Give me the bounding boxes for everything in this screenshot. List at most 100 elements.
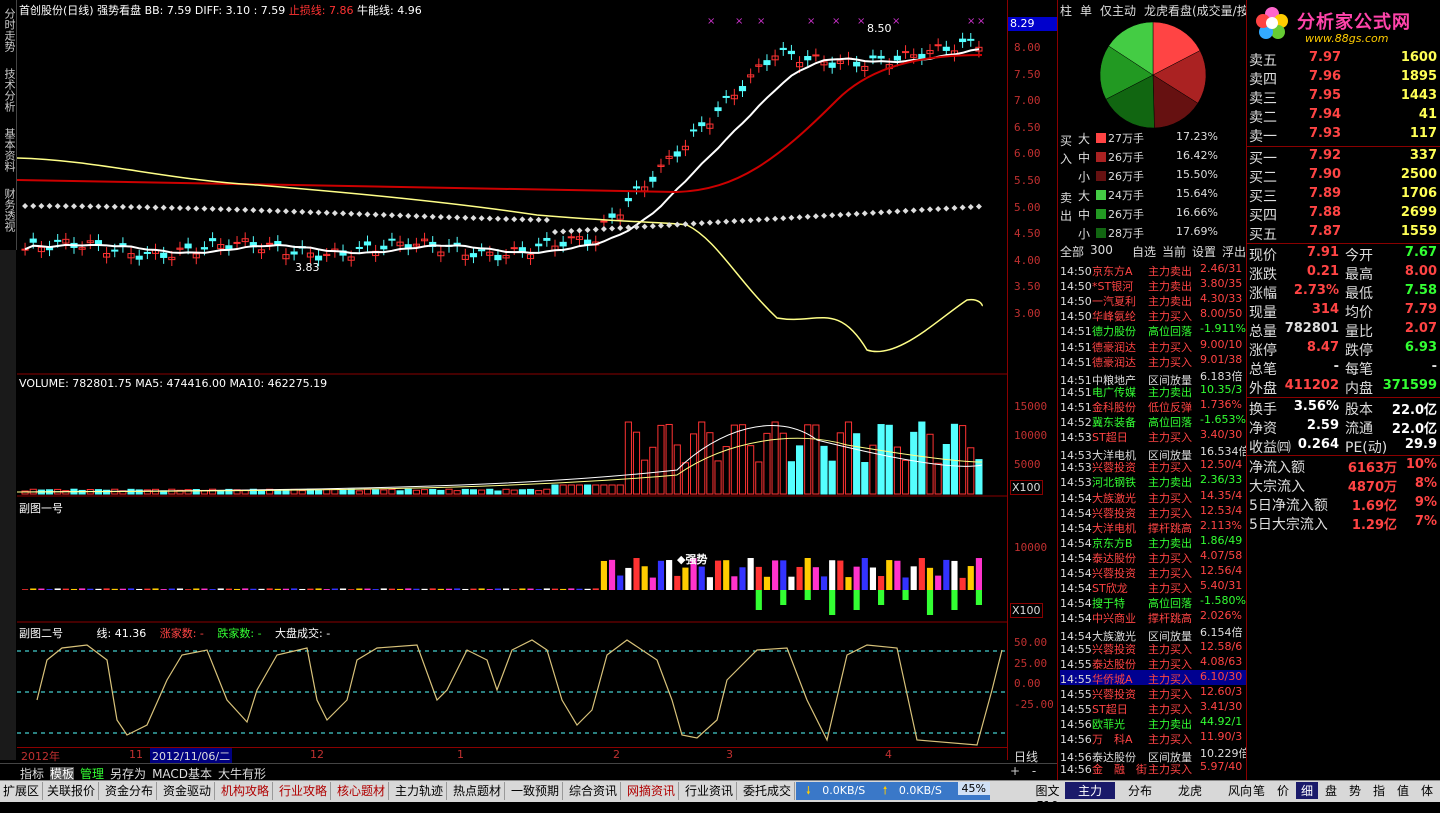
bb-dot [258,207,265,214]
nav-4[interactable]: 机构攻略 [218,782,274,800]
nav-12[interactable]: 行业资讯 [682,782,738,800]
list-tab-0[interactable]: 全部 [1060,243,1084,260]
sub1-bar [878,576,885,590]
bb-dot [70,203,77,210]
panel-tab-0[interactable]: 柱 [1060,2,1072,19]
detail-tab-1[interactable]: 价 [1272,782,1294,799]
nav-2[interactable]: 资金分布 [102,782,158,800]
bb-dot [315,209,322,216]
detail-tab-2[interactable]: 细 [1296,782,1318,799]
tick-row[interactable]: 14:55ST超日 主力买入 3.41/30 [1060,700,1248,716]
price-axis-tick: 7.00 [1014,94,1041,108]
nav-8[interactable]: 热点题材 [450,782,506,800]
tick-row[interactable]: 14:56金 融 街主力买入 5.97/40 [1060,760,1248,776]
toolbar-3[interactable]: 另存为 [110,767,146,781]
tick-row[interactable]: 14:54中兴商业 撑杆跳高 2.026% [1060,609,1248,625]
tick-row[interactable]: 14:55泰达股份 主力买入 4.08/63 [1060,655,1248,671]
tick-time: 14:55 [1060,672,1092,686]
tick-row[interactable]: 14:53兴蓉投资 主力买入 12.50/4 [1060,458,1248,474]
nav-13[interactable]: 委托成交 [740,782,796,800]
detail-tab-3[interactable]: 盘 [1320,782,1342,799]
bottom-tab-2[interactable]: 分布 [1115,782,1165,799]
nav-1[interactable]: 关联报价 [44,782,100,800]
panel-tab-3[interactable]: 龙虎看盘(成交量/按 [1144,2,1249,19]
tick-row[interactable]: 14:54京东方B 主力卖出 1.86/49 [1060,534,1248,550]
bottom-tab-0[interactable]: 图文F10 [1030,782,1065,813]
tick-row[interactable]: 14:56万 科A 主力买入 11.90/3 [1060,730,1248,746]
nav-9[interactable]: 一致预期 [508,782,564,800]
bb-dot [462,214,469,221]
tick-row[interactable]: 14:54搜于特 高位回落 -1.580% [1060,594,1248,610]
tick-row[interactable]: 14:51德豪润达 主力买入 9.00/10 [1060,338,1248,354]
tick-row[interactable]: 14:51金科股份 低位反弹 1.736% [1060,398,1248,414]
toolbar-0[interactable]: 指标 [20,767,44,781]
tick-row[interactable]: 14:56泰达股份 区间放量 10.229倍 [1060,745,1248,764]
zoom-in-button[interactable]: + [1010,764,1020,778]
nav-5[interactable]: 行业攻略 [276,782,332,800]
detail-tab-0[interactable]: 笔 [1248,782,1270,799]
volume-bar [502,488,510,495]
tick-row[interactable]: 14:53ST超日 主力买入 3.40/30 [1060,428,1248,444]
tab-financials[interactable]: 财务透视 [1,188,16,232]
tick-row[interactable]: 14:54大族激光 区间放量 6.154倍 [1060,624,1248,643]
fund-value: 0.264 [1297,437,1339,452]
candle [934,44,942,47]
tick-row[interactable]: 14:51电广传媒 主力卖出 10.35/3 [1060,383,1248,399]
tick-row[interactable]: 14:50华峰氨纶 主力买入 8.00/50 [1060,307,1248,323]
bb-dot [103,203,110,210]
detail-tab-4[interactable]: 势 [1344,782,1366,799]
tick-row[interactable]: 14:50*ST银河 主力卖出 3.80/35 [1060,277,1248,293]
tab-technical[interactable]: 技术分析 [1,68,16,112]
nav-7[interactable]: 主力轨迹 [392,782,448,800]
tick-row[interactable]: 14:54兴蓉投资 主力买入 12.53/4 [1060,504,1248,520]
tick-row[interactable]: 14:50一汽夏利 主力卖出 4.30/33 [1060,292,1248,308]
bb-dot [486,215,493,222]
toolbar-1[interactable]: 模板 [50,767,75,781]
tick-row[interactable]: 14:53河北钢铁 主力卖出 2.36/33 [1060,473,1248,489]
tab-fundamentals[interactable]: 基本资料 [1,128,16,172]
toolbar-4[interactable]: MACD基本 [152,767,212,781]
ma-line [24,48,980,255]
tick-row[interactable]: 14:54大洋电机 撑杆跳高 2.113% [1060,519,1248,535]
sub2-axis-tick: 0.00 [1014,677,1041,690]
toolbar-2[interactable]: 管理 [80,767,104,781]
detail-tab-5[interactable]: 指 [1368,782,1390,799]
volume-bar [795,445,804,495]
tick-row[interactable]: 14:51中粮地产 区间放量 6.183倍 [1060,368,1248,387]
detail-tab-7[interactable]: 体 [1416,782,1438,799]
sub1-bar [193,588,200,590]
list-tab-3[interactable]: 当前 [1162,243,1186,260]
tick-row[interactable]: 14:54ST欣龙 主力买入 5.40/31 [1060,579,1248,595]
tick-row[interactable]: 14:52冀东装备 高位回落 -1.653% [1060,413,1248,429]
detail-tab-6[interactable]: 值 [1392,782,1414,799]
list-tab-5[interactable]: 浮出 [1222,243,1246,260]
tick-row[interactable]: 14:55兴蓉投资 主力买入 12.58/6 [1060,640,1248,656]
nav-11[interactable]: 网摘资讯 [624,782,680,800]
tick-row[interactable]: 14:53大洋电机 区间放量 16.534倍 [1060,443,1248,462]
nav-6[interactable]: 核心题材 [334,782,390,800]
nav-3[interactable]: 资金驱动 [160,782,216,800]
tick-row[interactable]: 14:50京东方A 主力卖出 2.46/31 [1060,262,1248,278]
tick-row[interactable]: 14:54兴蓉投资 主力买入 12.56/4 [1060,564,1248,580]
upload-arrow-icon: 🠕 [882,784,888,797]
panel-tab-2[interactable]: 仅主动 [1100,2,1136,19]
tick-row[interactable]: 14:56欧菲光 主力卖出 44.92/1 [1060,715,1248,731]
nav-10[interactable]: 综合资讯 [566,782,622,800]
chart-area[interactable]: 首创股份(日线) 强势看盘 BB: 7.59 DIFF: 3.10 : 7.59… [17,0,1007,748]
tick-row[interactable]: 14:55华侨城A 主力买入 6.10/30 [1060,669,1248,686]
tick-row[interactable]: 14:51德力股份 高位回落 -1.911% [1060,322,1248,338]
tick-row[interactable]: 14:54大族激光 主力买入 14.35/4 [1060,489,1248,505]
bottom-tab-3[interactable]: 龙虎 [1165,782,1215,799]
tick-row[interactable]: 14:54泰达股份 主力买入 4.07/58 [1060,549,1248,565]
panel-tab-1[interactable]: 单 [1080,2,1092,19]
list-tab-2[interactable]: 自选 [1132,243,1156,260]
nav-0[interactable]: 扩展区 [0,782,44,800]
zoom-out-button[interactable]: - [1032,764,1036,778]
bottom-tab-1[interactable]: 主力 [1065,782,1115,799]
list-tab-4[interactable]: 设置 [1192,243,1216,260]
list-tab-1[interactable]: 300 [1090,243,1113,257]
tick-row[interactable]: 14:55兴蓉投资 主力买入 12.60/3 [1060,685,1248,701]
tab-intraday[interactable]: 分时走势 [1,8,16,52]
toolbar-5[interactable]: 大牛有形 [218,767,266,781]
tick-row[interactable]: 14:51德豪润达 主力买入 9.01/38 [1060,353,1248,369]
